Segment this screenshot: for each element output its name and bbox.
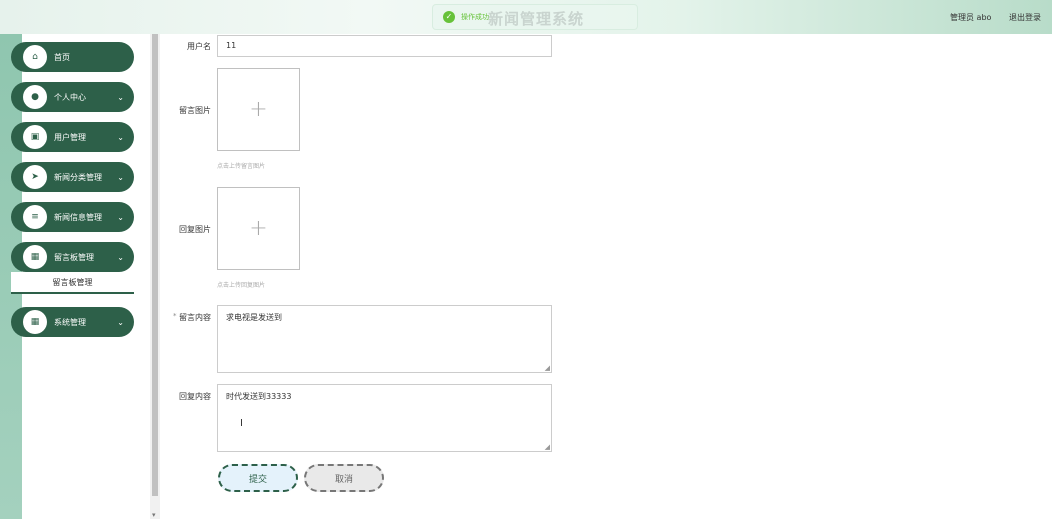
current-user: 管理员 abo: [950, 13, 992, 22]
chevron-down-icon: ⌄: [117, 212, 124, 222]
sidebar-item-news-category[interactable]: ➤ 新闻分类管理 ⌄: [11, 162, 134, 192]
cancel-button[interactable]: 取消: [304, 464, 384, 492]
sidebar-item-label: 留言板管理: [54, 252, 94, 262]
grid-icon: ▦: [23, 245, 47, 269]
resize-grip-icon[interactable]: ◢: [545, 364, 550, 372]
plus-icon: +: [249, 216, 268, 241]
message-image-upload[interactable]: +: [217, 68, 300, 151]
sidebar-item-label: 首页: [54, 52, 70, 62]
message-image-label: 留言图片: [179, 106, 211, 115]
sidebar-item-message-board[interactable]: ▦ 留言板管理 ⌄: [11, 242, 134, 272]
reply-content-text: 时代发送到33333: [226, 392, 292, 401]
scrollbar-thumb[interactable]: [152, 34, 158, 496]
send-icon: ➤: [23, 165, 47, 189]
sidebar-item-label: 用户管理: [54, 132, 86, 142]
list-icon: ≡: [23, 205, 47, 229]
home-icon: ⌂: [23, 45, 47, 69]
submenu-item-message-board[interactable]: 留言板管理: [11, 272, 134, 294]
check-circle-icon: ✓: [443, 11, 455, 23]
chevron-down-icon: ⌄: [117, 132, 124, 142]
chart-icon: ▣: [23, 125, 47, 149]
reply-image-label: 回复图片: [179, 225, 211, 234]
chevron-down-icon: ⌄: [117, 317, 124, 327]
sidebar-item-user-management[interactable]: ▣ 用户管理 ⌄: [11, 122, 134, 152]
user-icon: ●: [23, 85, 47, 109]
username-field[interactable]: 11: [217, 35, 552, 57]
chevron-down-icon: ⌄: [117, 172, 124, 182]
logout-link[interactable]: 退出登录: [1009, 12, 1041, 23]
message-content-text: 求电视是发送到: [226, 313, 282, 322]
app-title: 新闻管理系统: [488, 10, 585, 28]
toast-message: 操作成功: [461, 13, 489, 21]
sidebar-item-label: 个人中心: [54, 92, 86, 102]
reply-image-upload[interactable]: +: [217, 187, 300, 270]
sidebar-item-label: 新闻分类管理: [54, 172, 102, 182]
reply-content-label: 回复内容: [179, 392, 211, 401]
sidebar-item-home[interactable]: ⌂ 首页: [11, 42, 134, 72]
reply-content-field[interactable]: 时代发送到33333 ◢: [217, 384, 552, 452]
sidebar-item-label: 新闻信息管理: [54, 212, 102, 222]
sidebar-item-news-info[interactable]: ≡ 新闻信息管理 ⌄: [11, 202, 134, 232]
username-label: 用户名: [187, 42, 211, 51]
submit-button[interactable]: 提交: [218, 464, 298, 492]
grid-icon: ▦: [23, 310, 47, 334]
sidebar-item-personal-center[interactable]: ● 个人中心 ⌄: [11, 82, 134, 112]
top-header: ✓ 操作成功 新闻管理系统 管理员 abo 退出登录: [0, 0, 1052, 34]
resize-grip-icon[interactable]: ◢: [545, 443, 550, 451]
sidebar-item-label: 系统管理: [54, 317, 86, 327]
chevron-down-icon: ⌄: [117, 252, 124, 262]
reply-image-hint: 点击上传回复图片: [217, 282, 266, 289]
message-content-label: 留言内容: [179, 313, 211, 322]
message-content-field[interactable]: 求电视是发送到 ◢: [217, 305, 552, 373]
message-image-hint: 点击上传留言图片: [217, 163, 266, 170]
scroll-down-arrow-icon[interactable]: ▾: [152, 511, 156, 519]
chevron-down-icon: ⌄: [117, 92, 124, 102]
sidebar-item-system[interactable]: ▦ 系统管理 ⌄: [11, 307, 134, 337]
plus-icon: +: [249, 97, 268, 122]
text-cursor-icon: I: [240, 418, 243, 429]
